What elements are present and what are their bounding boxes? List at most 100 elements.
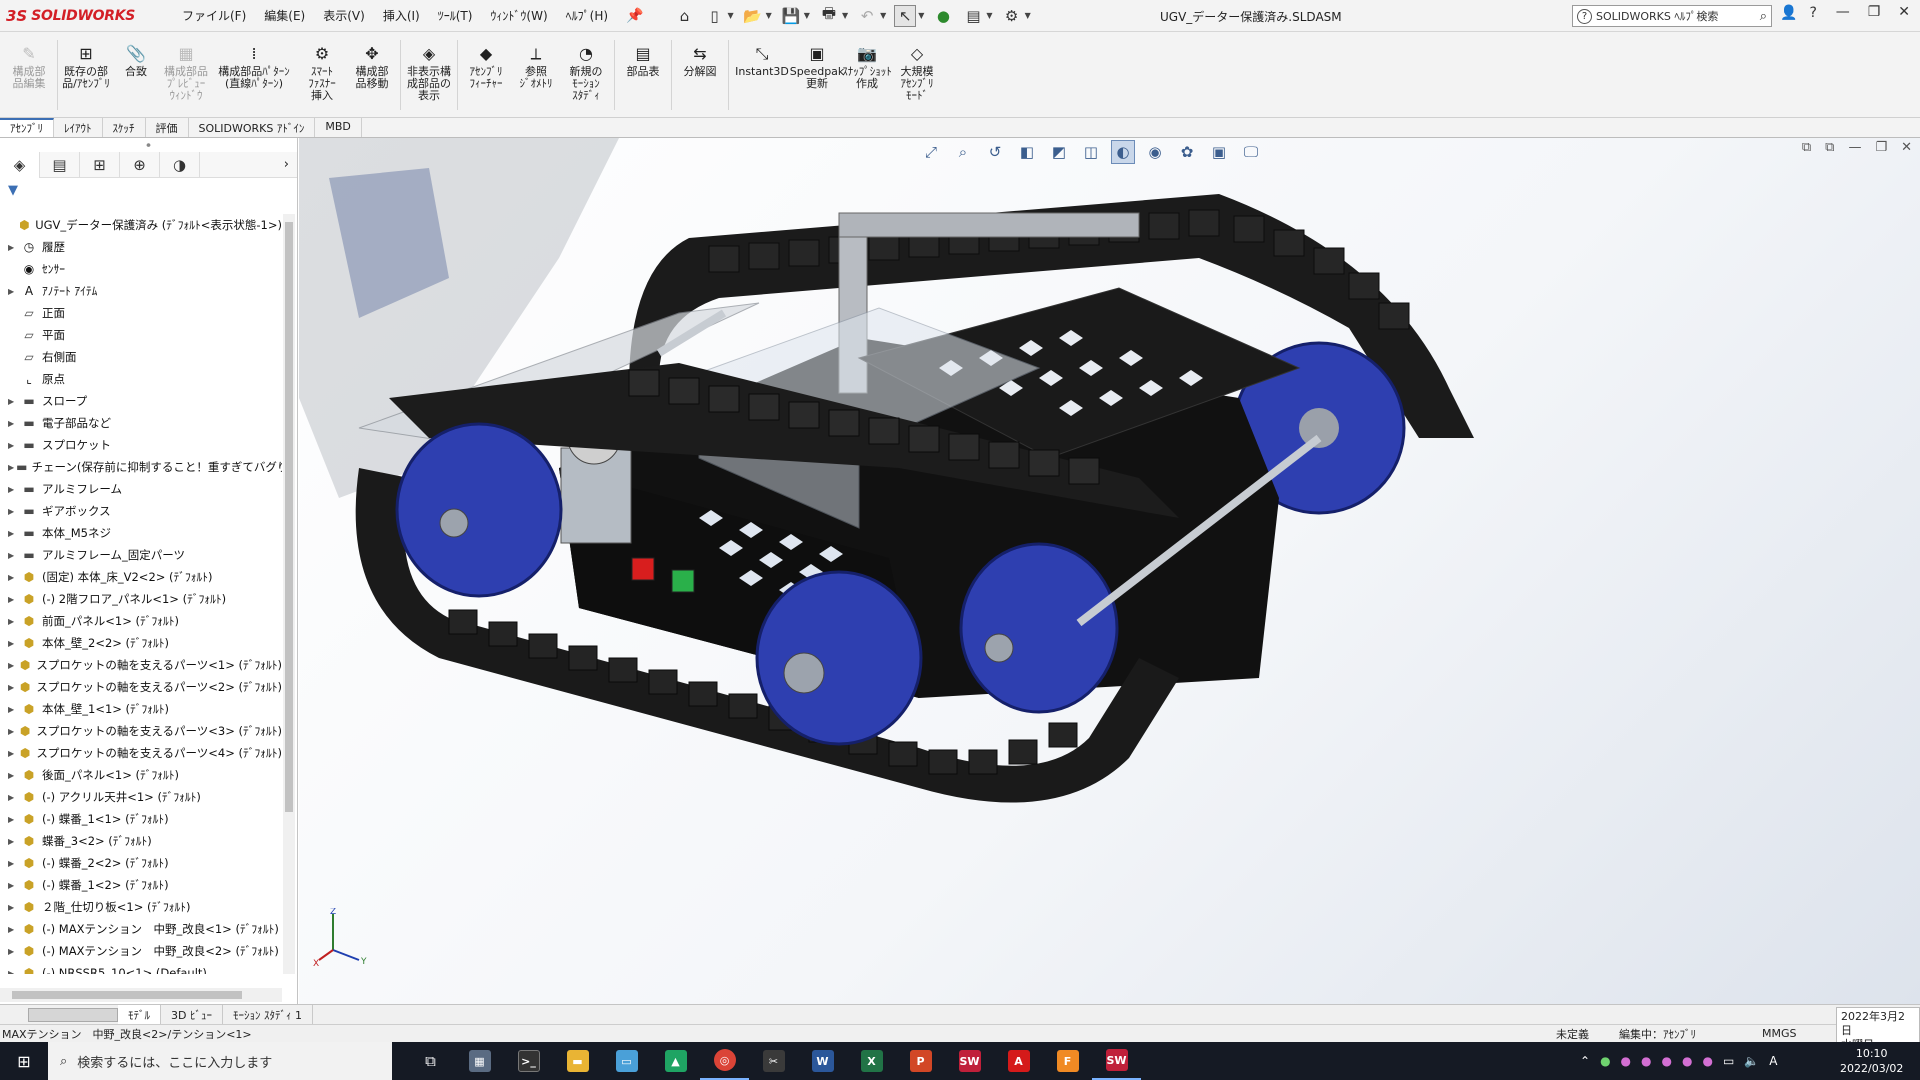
tree-node[interactable]: ▶ ▬ チェーン(保存前に抑制すること！重すぎてバグりま bbox=[0, 456, 282, 478]
acrobat-icon[interactable]: A bbox=[994, 1042, 1043, 1080]
chrome-icon[interactable]: ◎ bbox=[700, 1042, 749, 1080]
viewport-close-icon[interactable]: ✕ bbox=[1901, 140, 1912, 155]
solidworks-logo[interactable]: 3S SOLIDWORKS bbox=[0, 0, 160, 32]
tree-node[interactable]: ▶ ⬢ (-) NRSSR5_10<1> (Default) bbox=[0, 962, 282, 974]
snipping-tool-icon[interactable]: ✂ bbox=[749, 1042, 798, 1080]
menu-file[interactable]: ファイル(F) bbox=[174, 4, 254, 27]
open-icon[interactable]: 📂 bbox=[742, 5, 764, 27]
property-manager-icon[interactable]: ▤ bbox=[40, 151, 80, 178]
tree-node[interactable]: ▶ ⬢ スプロケットの軸を支えるパーツ<4> (ﾃﾞﾌｫﾙﾄ) bbox=[0, 742, 282, 764]
display-manager-icon[interactable]: ◑ bbox=[160, 151, 200, 178]
command-button-reference-geometry[interactable]: ⟂ 参照 ｼﾞｵﾒﾄﾘ bbox=[511, 32, 561, 90]
expand-arrow-icon[interactable]: ▶ bbox=[8, 419, 18, 428]
expand-arrow-icon[interactable]: ▶ bbox=[8, 639, 18, 648]
unit-system[interactable]: MMGS bbox=[1762, 1027, 1797, 1040]
tray-app-icon[interactable]: ● bbox=[1621, 1054, 1631, 1068]
print-dropdown-icon[interactable]: ▼ bbox=[842, 11, 848, 20]
menu-view[interactable]: 表示(V) bbox=[315, 4, 373, 27]
command-button-smart-fastener[interactable]: ⚙ ｽﾏｰﾄ ﾌｧｽﾅｰ 挿入 bbox=[297, 32, 347, 102]
menu-window[interactable]: ｳｨﾝﾄﾞｳ(W) bbox=[482, 4, 555, 27]
taskbar-search-box[interactable]: ⌕ 検索するには、ここに入力します bbox=[48, 1042, 392, 1080]
tree-node[interactable]: ▶ ⬢ (固定) 本体_床_V2<2> (ﾃﾞﾌｫﾙﾄ) bbox=[0, 566, 282, 588]
taskbar-clock[interactable]: 10:10 2022/03/02 bbox=[1840, 1046, 1903, 1076]
tree-node[interactable]: ▶ ⬢ スプロケットの軸を支えるパーツ<3> (ﾃﾞﾌｫﾙﾄ) bbox=[0, 720, 282, 742]
panel-grip[interactable]: ⦁ bbox=[0, 138, 297, 152]
command-button-bom[interactable]: ▤ 部品表 bbox=[618, 32, 668, 78]
graphics-area[interactable]: ⤢ ⌕ ↺ ◧ ◩ ◫ ◐ ◉ ✿ ▣ 🖵 ⧉ ⧉ — ❐ ✕ Z Y X bbox=[299, 138, 1920, 1004]
tree-node[interactable]: ⌞ 原点 bbox=[0, 368, 282, 390]
tab-navigation-arrows[interactable] bbox=[28, 1007, 118, 1022]
command-button-assembly-feature[interactable]: ◆ ｱｾﾝﾌﾞﾘ ﾌｨｰﾁｬｰ bbox=[461, 32, 511, 90]
expand-arrow-icon[interactable]: ▶ bbox=[8, 793, 18, 802]
print-icon[interactable]: 🖶 bbox=[818, 4, 840, 27]
tray-app-icon[interactable]: ● bbox=[1702, 1054, 1712, 1068]
tree-node[interactable]: ▶ A ｱﾉﾃｰﾄ ｱｲﾃﾑ bbox=[0, 280, 282, 302]
pin-icon[interactable]: 📌 bbox=[626, 8, 643, 24]
command-button-exploded-view[interactable]: ⇆ 分解図 bbox=[675, 32, 725, 78]
network-icon[interactable]: ▭ bbox=[1723, 1054, 1734, 1068]
tree-root[interactable]: ⬢ UGV_データー保護済み (ﾃﾞﾌｫﾙﾄ<表示状態-1>) bbox=[0, 214, 282, 236]
tab-3d-view[interactable]: 3D ﾋﾞｭｰ bbox=[161, 1004, 223, 1025]
tab-sketch[interactable]: ｽｹｯﾁ bbox=[103, 118, 146, 137]
powerpoint-icon[interactable]: P bbox=[896, 1042, 945, 1080]
tab-layout[interactable]: ﾚｲｱｳﾄ bbox=[54, 118, 103, 137]
select-dropdown-icon[interactable]: ▼ bbox=[918, 11, 924, 20]
dimxpert-icon[interactable]: ⊕ bbox=[120, 151, 160, 178]
filter-icon[interactable]: ▼ bbox=[0, 178, 297, 202]
tree-node[interactable]: ▶ ⬢ スプロケットの軸を支えるパーツ<2> (ﾃﾞﾌｫﾙﾄ) bbox=[0, 676, 282, 698]
tree-node[interactable]: ▶ ⬢ スプロケットの軸を支えるパーツ<1> (ﾃﾞﾌｫﾙﾄ) bbox=[0, 654, 282, 676]
menu-tools[interactable]: ﾂｰﾙ(T) bbox=[430, 4, 481, 27]
new-document-icon[interactable]: ▯ bbox=[703, 5, 725, 27]
tree-node[interactable]: ▶ ⬢ 蝶番_3<2> (ﾃﾞﾌｫﾙﾄ) bbox=[0, 830, 282, 852]
tab-addins[interactable]: SOLIDWORKS ｱﾄﾞｲﾝ bbox=[189, 118, 316, 137]
tree-node[interactable]: ▶ ▬ スプロケット bbox=[0, 434, 282, 456]
command-button-motion-study[interactable]: ◔ 新規の ﾓｰｼｮﾝ ｽﾀﾃﾞｨ bbox=[561, 32, 611, 102]
command-button-component-preview[interactable]: ▦ 構成部品 ﾌﾟﾚﾋﾞｭｰ ｳｨﾝﾄﾞｳ bbox=[161, 32, 211, 102]
options-gear-icon[interactable]: ⚙ bbox=[1001, 5, 1023, 27]
tree-node[interactable]: ▶ ▬ 電子部品など bbox=[0, 412, 282, 434]
tree-node[interactable]: ▶ ⬢ ２階_仕切り板<1> (ﾃﾞﾌｫﾙﾄ) bbox=[0, 896, 282, 918]
open-dropdown-icon[interactable]: ▼ bbox=[766, 11, 772, 20]
expand-arrow-icon[interactable]: ▶ bbox=[8, 683, 16, 692]
tree-node[interactable]: ▶ ▬ ギアボックス bbox=[0, 500, 282, 522]
tree-node[interactable]: ▶ ▬ 本体_M5ネジ bbox=[0, 522, 282, 544]
command-button-move-component[interactable]: ✥ 構成部 品移動 bbox=[347, 32, 397, 90]
command-button-linear-pattern[interactable]: ⁞ 構成部品ﾊﾟﾀｰﾝ (直線ﾊﾟﾀｰﾝ) bbox=[211, 32, 297, 90]
expand-arrow-icon[interactable]: ▶ bbox=[8, 287, 18, 296]
new-dropdown-icon[interactable]: ▼ bbox=[727, 11, 733, 20]
command-button-edit-component[interactable]: ✎ 構成部 品編集 bbox=[4, 32, 54, 90]
tree-node[interactable]: ▶ ⬢ (-) 2階フロア_パネル<1> (ﾃﾞﾌｫﾙﾄ) bbox=[0, 588, 282, 610]
help-icon[interactable]: ? bbox=[1809, 5, 1816, 21]
tree-node[interactable]: ▶ ▬ スロープ bbox=[0, 390, 282, 412]
volume-icon[interactable]: 🔈 bbox=[1744, 1054, 1759, 1068]
tree-node[interactable]: ▶ ⬢ (-) アクリル天井<1> (ﾃﾞﾌｫﾙﾄ) bbox=[0, 786, 282, 808]
apply-scene-icon[interactable]: ▣ bbox=[1207, 140, 1231, 164]
tree-node[interactable]: ▶ ▬ アルミフレーム bbox=[0, 478, 282, 500]
hscroll-thumb[interactable] bbox=[12, 991, 242, 999]
properties-dropdown-icon[interactable]: ▼ bbox=[986, 11, 992, 20]
view-settings-icon[interactable]: 🖵 bbox=[1239, 140, 1263, 164]
expand-arrow-icon[interactable]: ▶ bbox=[8, 771, 18, 780]
expand-arrow-icon[interactable]: ▶ bbox=[8, 441, 18, 450]
tab-assembly[interactable]: ｱｾﾝﾌﾞﾘ bbox=[0, 118, 54, 137]
tray-app-icon[interactable]: ● bbox=[1600, 1054, 1610, 1068]
zoom-to-area-icon[interactable]: ⌕ bbox=[951, 140, 975, 164]
photo-app-icon[interactable]: ▦ bbox=[455, 1042, 504, 1080]
tile-right-icon[interactable]: ⧉ bbox=[1825, 140, 1834, 155]
close-icon[interactable]: ✕ bbox=[1898, 4, 1910, 20]
expand-arrow-icon[interactable]: ▶ bbox=[8, 705, 18, 714]
expand-arrow-icon[interactable]: ▶ bbox=[8, 727, 16, 736]
user-icon[interactable]: 👤 bbox=[1780, 5, 1797, 21]
menu-edit[interactable]: 編集(E) bbox=[256, 4, 313, 27]
dynamic-annotation-icon[interactable]: ◩ bbox=[1047, 140, 1071, 164]
expand-arrow-icon[interactable]: ▶ bbox=[8, 837, 18, 846]
options-dropdown-icon[interactable]: ▼ bbox=[1025, 11, 1031, 20]
task-view-icon[interactable]: ⧉ bbox=[406, 1042, 455, 1080]
ugv-assembly-model[interactable] bbox=[299, 138, 1920, 1004]
excel-icon[interactable]: X bbox=[847, 1042, 896, 1080]
expand-arrow-icon[interactable]: ▶ bbox=[8, 397, 18, 406]
command-button-mate[interactable]: 📎 合致 bbox=[111, 32, 161, 78]
word-icon[interactable]: W bbox=[798, 1042, 847, 1080]
save-icon[interactable]: 💾 bbox=[780, 5, 802, 27]
command-button-speedpak[interactable]: ▣ Speedpak 更新 bbox=[790, 32, 845, 90]
